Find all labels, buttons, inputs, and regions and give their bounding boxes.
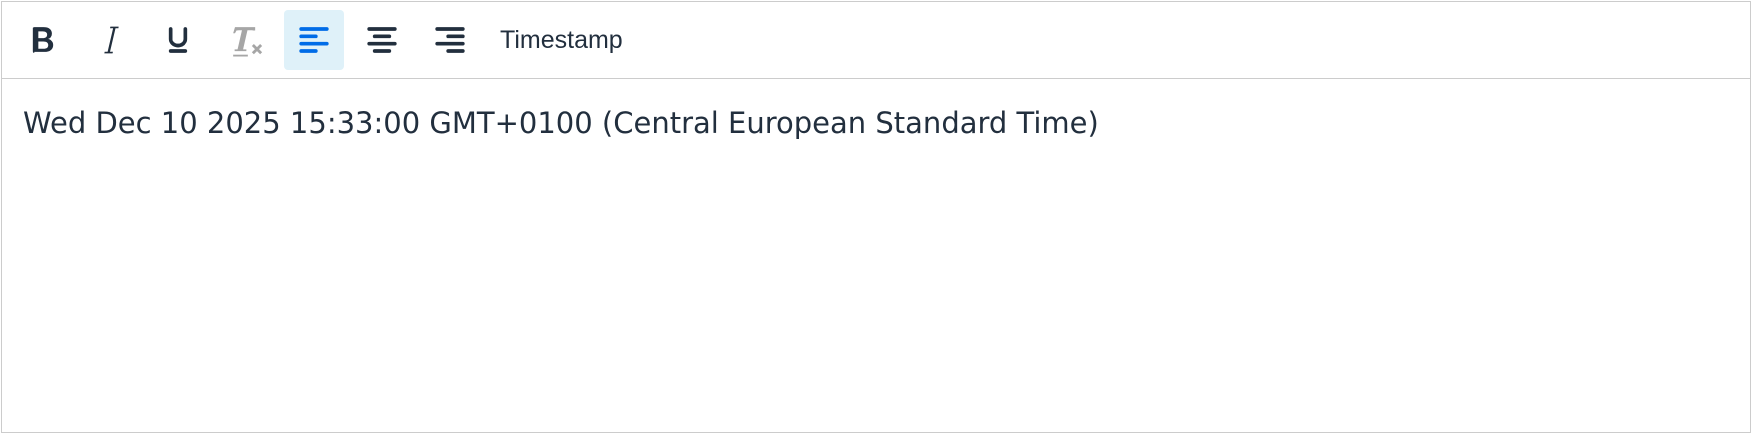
align-left-icon <box>299 27 329 53</box>
align-left-button[interactable] <box>284 10 344 70</box>
timestamp-text: Wed Dec 10 2025 15:33:00 GMT+0100 (Centr… <box>23 106 1099 140</box>
remove-format-button[interactable] <box>216 10 276 70</box>
bold-icon <box>32 27 54 53</box>
underline-button[interactable] <box>148 10 208 70</box>
italic-icon <box>104 26 119 54</box>
editor-content-area[interactable]: Wed Dec 10 2025 15:33:00 GMT+0100 (Centr… <box>2 79 1750 169</box>
align-center-button[interactable] <box>352 10 412 70</box>
remove-format-icon <box>233 27 263 57</box>
italic-button[interactable] <box>80 10 140 70</box>
editor-toolbar: Timestamp <box>2 2 1750 79</box>
align-right-icon <box>435 27 465 53</box>
align-center-icon <box>367 27 397 53</box>
underline-icon <box>168 27 188 53</box>
timestamp-button[interactable]: Timestamp <box>488 10 635 70</box>
rich-text-editor: Timestamp Wed Dec 10 2025 15:33:00 GMT+0… <box>1 1 1751 433</box>
align-right-button[interactable] <box>420 10 480 70</box>
timestamp-button-label: Timestamp <box>500 25 623 54</box>
bold-button[interactable] <box>12 10 72 70</box>
